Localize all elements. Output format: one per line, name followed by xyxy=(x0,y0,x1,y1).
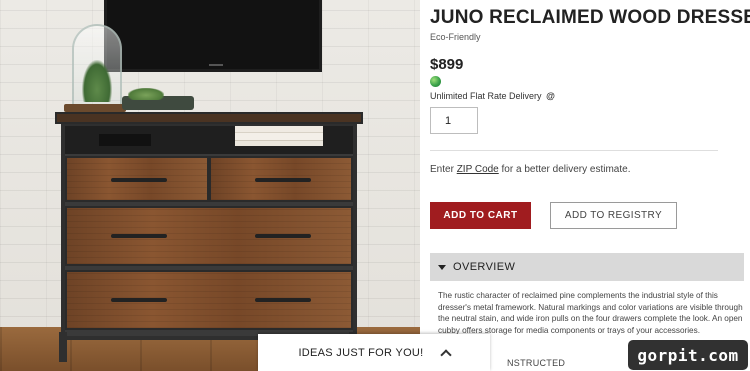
drawer-pull xyxy=(111,178,167,182)
book-stack xyxy=(235,126,323,146)
constructed-section-label[interactable]: NSTRUCTED xyxy=(507,358,565,368)
drawer-top-right xyxy=(209,156,353,202)
delivery-help-icon[interactable]: @ xyxy=(546,91,555,101)
product-price: $899 xyxy=(430,56,464,73)
drawer-middle xyxy=(65,206,353,266)
delivery-text: Unlimited Flat Rate Delivery xyxy=(430,91,542,101)
chevron-up-icon xyxy=(439,348,452,361)
product-image[interactable] xyxy=(0,0,420,371)
eco-friendly-tag: Eco-Friendly xyxy=(430,32,481,42)
zip-prompt-suffix: for a better delivery estimate. xyxy=(498,164,631,175)
product-info-panel: JUNO RECLAIMED WOOD DRESSER Eco-Friendly… xyxy=(430,0,750,371)
zip-prompt-prefix: Enter xyxy=(430,164,457,175)
add-to-registry-button[interactable]: ADD TO REGISTRY xyxy=(550,202,677,229)
add-to-cart-button[interactable]: ADD TO CART xyxy=(430,202,531,229)
drawer-pull xyxy=(111,298,167,302)
ideas-drawer-toggle[interactable]: IDEAS JUST FOR YOU! xyxy=(258,334,490,371)
cloche-plant xyxy=(82,60,112,102)
divider xyxy=(430,150,718,151)
overview-label: OVERVIEW xyxy=(453,261,516,273)
delivery-info: Unlimited Flat Rate Delivery @ xyxy=(430,91,555,101)
drawer-bottom xyxy=(65,270,353,330)
drawer-pull xyxy=(255,178,311,182)
wall-tv xyxy=(104,0,322,72)
dresser-illustration xyxy=(55,112,363,362)
dresser-leg xyxy=(59,332,67,362)
caret-down-icon xyxy=(438,264,446,270)
quantity-input[interactable] xyxy=(430,107,478,134)
drawer-pull xyxy=(255,234,311,238)
dresser-top xyxy=(55,112,363,124)
watermark-text: gorpit.com xyxy=(637,345,739,365)
ideas-drawer-label: IDEAS JUST FOR YOU! xyxy=(298,346,424,359)
product-title: JUNO RECLAIMED WOOD DRESSER xyxy=(430,7,750,28)
zip-prompt: Enter ZIP Code for a better delivery est… xyxy=(430,164,630,175)
drawer-pull xyxy=(111,234,167,238)
overview-description: The rustic character of reclaimed pine c… xyxy=(438,291,743,335)
drawer-top-left xyxy=(65,156,209,202)
cloche-base xyxy=(64,104,126,112)
media-box xyxy=(99,134,151,146)
zip-code-link[interactable]: ZIP Code xyxy=(457,164,499,175)
eco-leaf-icon xyxy=(430,76,441,87)
overview-accordion-header[interactable]: OVERVIEW xyxy=(430,253,744,281)
tray-plant xyxy=(128,88,164,100)
drawer-pull xyxy=(255,298,311,302)
site-watermark: gorpit.com xyxy=(628,340,748,370)
